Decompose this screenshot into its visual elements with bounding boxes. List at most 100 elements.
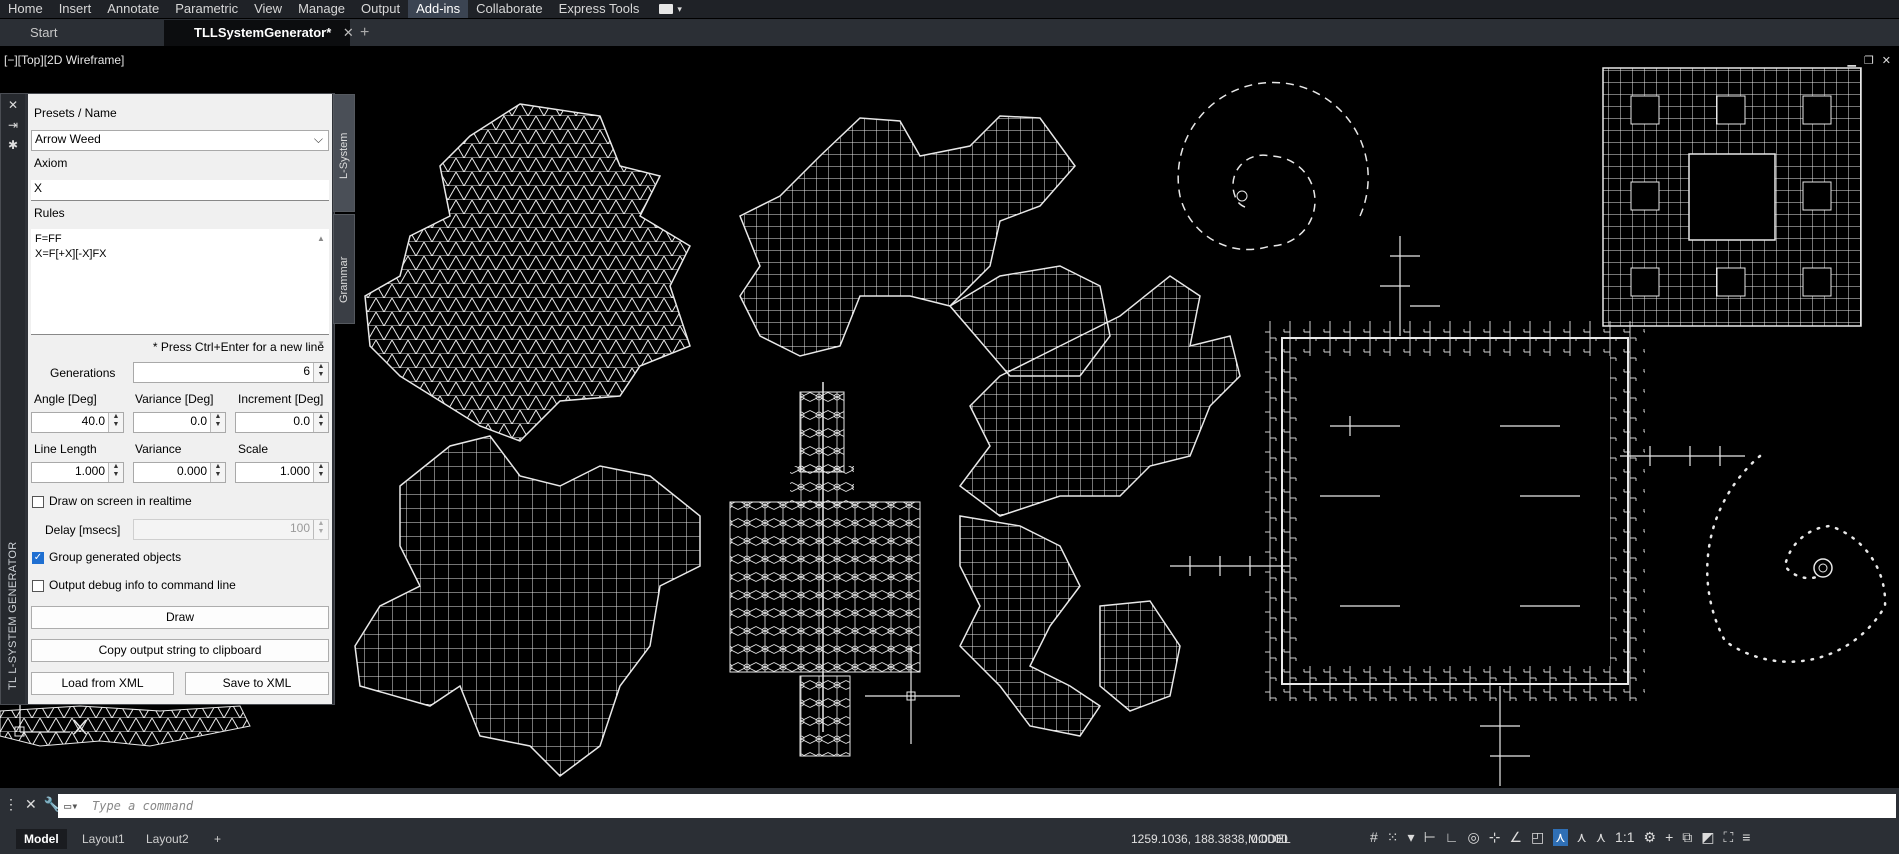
square-fractal-bottom-left-shape[interactable] — [354, 435, 701, 777]
ribbon-tab-home[interactable]: Home — [0, 0, 51, 18]
tab-lsystem[interactable]: L-System — [333, 94, 355, 212]
generations-label: Generations — [50, 366, 116, 380]
scale-value[interactable]: 1:1 — [1615, 829, 1634, 846]
fullscreen-icon[interactable]: ⛶ — [1723, 829, 1733, 846]
annotation-scale-icon[interactable]: ⋏ — [1596, 829, 1606, 846]
chevron-down-icon: ⌵ — [313, 132, 323, 146]
isolate-icon[interactable]: ⧉ — [1682, 829, 1692, 846]
palette-close-icon[interactable]: ✕ — [1, 98, 25, 114]
osnap-icon[interactable]: ⊹ — [1489, 829, 1501, 846]
angle-spinner[interactable]: ▲ ▼ — [108, 413, 123, 432]
generations-input[interactable]: 6 ▲ ▼ — [133, 362, 329, 383]
layout-tab-layout2[interactable]: Layout2 — [138, 829, 197, 849]
rules-textarea[interactable]: F=FF X=F[+X][-X]FX ▲ ▼ — [31, 229, 329, 348]
line-length-spinner[interactable]: ▲ ▼ — [108, 463, 123, 482]
variance-input[interactable]: 0.000 ▲ ▼ — [133, 462, 226, 483]
axiom-input[interactable]: X — [31, 180, 329, 201]
ribbon-tab-express-tools[interactable]: Express Tools — [551, 0, 648, 18]
layout-tab-model[interactable]: Model — [16, 829, 67, 849]
dashed-spiral-shape[interactable] — [1177, 81, 1369, 251]
save-xml-button[interactable]: Save to XML — [185, 672, 329, 695]
grid-icon[interactable]: # — [1370, 829, 1378, 846]
generations-value: 6 — [303, 364, 310, 378]
group-checkbox[interactable]: ✓ — [32, 552, 44, 564]
copy-output-button[interactable]: Copy output string to clipboard — [31, 639, 329, 662]
ribbon-tab-parametric[interactable]: Parametric — [167, 0, 246, 18]
ribbon-tab-add-ins[interactable]: Add-ins — [408, 0, 469, 18]
snowflake-fractal-shape[interactable] — [729, 382, 921, 757]
layout-tab-layout1[interactable]: Layout1 — [74, 829, 133, 849]
menu-icon[interactable]: ≡ — [1742, 829, 1750, 846]
minimize-icon[interactable]: ▁ — [1847, 54, 1855, 67]
delay-spinner[interactable]: ▲ ▼ — [313, 520, 328, 539]
preset-dropdown[interactable]: Arrow Weed ⌵ — [31, 130, 329, 151]
variance-value: 0.000 — [176, 464, 207, 478]
realtime-checkbox[interactable] — [32, 496, 44, 508]
ribbon-tab-annotate[interactable]: Annotate — [99, 0, 167, 18]
ribbon-tab-output[interactable]: Output — [353, 0, 408, 18]
doc-tab-start[interactable]: Start — [0, 20, 164, 46]
ribbon-tab-insert[interactable]: Insert — [51, 0, 100, 18]
viewport-controls-label[interactable]: [−][Top][2D Wireframe] — [4, 53, 124, 67]
palette-body: Presets / Name Arrow Weed ⌵ Axiom X Rule… — [28, 94, 332, 704]
variance-label: Variance — [135, 442, 182, 456]
tab-grammar[interactable]: Grammar — [333, 214, 355, 324]
palette-autohide-icon[interactable]: ⇥ — [1, 118, 25, 134]
snap-icon[interactable]: ⁙ — [1387, 829, 1399, 846]
command-prompt-icon[interactable]: ▭▾ — [64, 794, 78, 818]
plus-icon[interactable]: + — [1665, 829, 1673, 846]
load-xml-button[interactable]: Load from XML — [31, 672, 174, 695]
palette-vertical-title: TL L-SYSTEM GENERATOR — [7, 541, 19, 690]
grip-icon[interactable]: ⋮ — [4, 796, 18, 813]
hint-text: * Press Ctrl+Enter for a new line — [152, 340, 324, 354]
ribbon-tab-collaborate[interactable]: Collaborate — [468, 0, 551, 18]
annotation-visibility-icon[interactable]: ⋏ — [1553, 829, 1568, 846]
scale-spinner[interactable]: ▲ ▼ — [313, 463, 328, 482]
ribbon-tab-view[interactable]: View — [246, 0, 290, 18]
dotted-spiral-shape[interactable] — [1706, 454, 1887, 663]
ortho-icon[interactable]: ⊢ — [1424, 829, 1436, 846]
model-space-button[interactable]: MODEL — [1248, 832, 1291, 846]
sierpinski-carpet-shape[interactable] — [1602, 67, 1862, 327]
increment-input[interactable]: 0.0 ▲ ▼ — [235, 412, 329, 433]
hardware-accel-icon[interactable]: ◩ — [1701, 829, 1714, 846]
ribbon-minimize-icon[interactable] — [659, 4, 674, 14]
triangle-fractal-shape[interactable] — [364, 103, 691, 442]
increment-label: Increment [Deg] — [238, 392, 324, 406]
variance-deg-spinner[interactable]: ▲ ▼ — [210, 413, 225, 432]
rules-scrollbar[interactable]: ▲ ▼ — [315, 231, 327, 348]
auto-scale-icon[interactable]: ⋏ — [1577, 829, 1587, 846]
scale-input[interactable]: 1.000 ▲ ▼ — [235, 462, 329, 483]
chevron-down-icon[interactable]: ▾ — [677, 4, 682, 15]
delay-value: 100 — [289, 521, 310, 535]
palette-properties-icon[interactable]: ✱ — [1, 138, 25, 154]
generations-spinner[interactable]: ▲ ▼ — [313, 363, 328, 382]
isodraft-icon[interactable]: ◎ — [1467, 829, 1479, 846]
restore-icon[interactable]: ❐ — [1864, 54, 1874, 67]
ribbon-tab-manage[interactable]: Manage — [290, 0, 353, 18]
close-icon[interactable]: ✕ — [25, 796, 37, 813]
delay-input[interactable]: 100 ▲ ▼ — [133, 519, 329, 540]
angle-label: Angle [Deg] — [34, 392, 97, 406]
lsystem-palette: ✕ ⇥ ✱ TL L-SYSTEM GENERATOR Presets / Na… — [0, 93, 355, 705]
add-layout-button[interactable]: + — [206, 829, 229, 849]
angle-input[interactable]: 40.0 ▲ ▼ — [31, 412, 124, 433]
otrack-icon[interactable]: ∠ — [1509, 829, 1522, 846]
draw-button[interactable]: Draw — [31, 606, 329, 629]
polar-icon[interactable]: ∟ — [1445, 829, 1459, 846]
close-viewport-icon[interactable]: ✕ — [1882, 54, 1891, 67]
doc-tab-current[interactable]: TLLSystemGenerator* ✕ — [164, 20, 354, 46]
command-input[interactable]: ▭▾ Type a command — [58, 794, 1896, 818]
line-length-input[interactable]: 1.000 ▲ ▼ — [31, 462, 124, 483]
variance-deg-label: Variance [Deg] — [135, 392, 214, 406]
debug-checkbox[interactable] — [32, 580, 44, 592]
dragon-curve-top-shape[interactable] — [739, 115, 1111, 377]
selection-icon[interactable]: ◰ — [1531, 829, 1544, 846]
new-tab-button[interactable]: + — [350, 20, 379, 46]
axiom-label: Axiom — [34, 156, 68, 170]
variance-spinner[interactable]: ▲ ▼ — [210, 463, 225, 482]
chevron-down-icon[interactable]: ▾ — [1408, 829, 1415, 846]
gear-icon[interactable]: ⚙ — [1644, 829, 1657, 846]
increment-spinner[interactable]: ▲ ▼ — [313, 413, 328, 432]
variance-deg-input[interactable]: 0.0 ▲ ▼ — [133, 412, 226, 433]
